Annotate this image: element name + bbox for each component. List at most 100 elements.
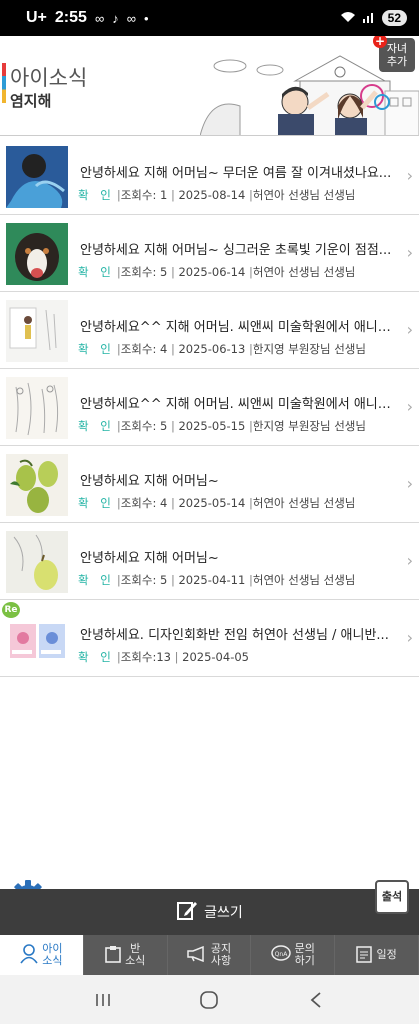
bottom-tab-bar: 아이 소식 반 소식 공지 사항 QnA 문의 하기 일정 [0, 935, 419, 975]
post-meta: 확 인 |조회수: 4 | 2025-06-13 |한지영 부원장님 선생님 [78, 342, 366, 356]
add-child-label: 자녀 추가 [386, 42, 408, 68]
tab-label: 일정 [376, 948, 397, 961]
post-date: 2025-04-05 [182, 650, 249, 664]
home-icon [200, 990, 219, 1009]
list-item[interactable]: 안녕하세요 지해 어머님~ 싱그러운 초록빛 기운이 점점... 확 인 |조회수… [0, 215, 419, 292]
tab-inquiry[interactable]: QnA 문의 하기 [251, 935, 336, 975]
tab-label: 아이 소식 [42, 942, 63, 967]
list-item[interactable]: 안녕하세요 지해 어머님~ 확 인 |조회수: 4 | 2025-05-14 |허… [0, 446, 419, 523]
attendance-label: 출석 [381, 890, 403, 903]
post-author: 한지영 부원장님 선생님 [252, 342, 366, 356]
thumbnail-image [6, 454, 68, 516]
system-nav-bar [0, 975, 419, 1024]
title-accent-bar [2, 63, 6, 103]
chevron-right-icon: › [406, 397, 413, 416]
recent-apps-button[interactable] [83, 985, 123, 1015]
signal-icon [362, 11, 376, 26]
tab-child-news[interactable]: 아이 소식 [0, 935, 84, 975]
page-title: 아이소식 [10, 66, 88, 90]
post-title: 안녕하세요 지해 어머님~ 무더운 여름 잘 이겨내셨나요... [80, 166, 392, 181]
reply-badge: Re [2, 602, 20, 618]
attendance-button[interactable]: 출석 [375, 880, 409, 914]
tiktok-icon: ♪ [112, 10, 119, 26]
read-status: 확 인 [78, 419, 115, 433]
chevron-right-icon: › [406, 320, 413, 339]
view-count: 조회수: 1 [120, 188, 168, 202]
thumbnail-image [6, 300, 68, 362]
tab-label: 공지 사항 [210, 942, 232, 967]
post-meta: 확 인 |조회수: 5 | 2025-06-14 |허연아 선생님 선생님 [78, 265, 356, 279]
post-date: 2025-08-14 [178, 188, 246, 202]
write-label: 글쓰기 [204, 905, 243, 921]
person-icon [20, 943, 38, 967]
post-author: 한지영 부원장님 선생님 [252, 419, 366, 433]
view-count: 조회수: 4 [120, 496, 168, 510]
qna-icon: QnA [270, 944, 291, 966]
write-button[interactable]: 글쓰기 [0, 889, 419, 935]
post-author: 허연아 선생님 선생님 [252, 188, 356, 202]
list-item[interactable]: 안녕하세요^^ 지해 어머님. 씨앤씨 미술학원에서 애니반... 확 인 |조회… [0, 292, 419, 369]
list-item[interactable]: 안녕하세요 지해 어머님~ 무더운 여름 잘 이겨내셨나요... 확 인 |조회수… [0, 138, 419, 215]
plus-icon: + [373, 36, 387, 48]
post-title: 안녕하세요 지해 어머님~ 싱그러운 초록빛 기운이 점점... [80, 243, 392, 258]
home-button[interactable] [189, 985, 229, 1015]
calendar-icon [356, 945, 373, 966]
tab-notices[interactable]: 공지 사항 [168, 935, 252, 975]
thumbnail-image [6, 377, 68, 439]
post-title: 안녕하세요. 디자인회화반 전임 허연아 선생님 / 애니반... [80, 628, 389, 643]
post-author: 허연아 선생님 선생님 [252, 573, 356, 587]
recent-apps-icon [96, 993, 110, 1006]
wifi-icon [340, 11, 356, 26]
back-button[interactable] [296, 985, 336, 1015]
view-count: 조회수: 5 [120, 265, 168, 279]
post-meta: 확 인 |조회수: 5 | 2025-05-15 |한지영 부원장님 선생님 [78, 419, 366, 433]
clock: 2:55 [54, 9, 87, 26]
chevron-right-icon: › [406, 474, 413, 493]
post-title: 안녕하세요^^ 지해 어머님. 씨앤씨 미술학원에서 애니반... [80, 397, 395, 412]
tab-label: 문의 하기 [294, 942, 315, 967]
tab-schedule[interactable]: 일정 [335, 935, 419, 975]
pencil-icon [176, 899, 198, 925]
post-list: 안녕하세요 지해 어머님~ 무더운 여름 잘 이겨내셨나요... 확 인 |조회수… [0, 138, 419, 677]
dot-icon: • [144, 10, 149, 26]
battery-icon: 52 [381, 10, 407, 26]
clipboard-icon [105, 945, 121, 966]
post-meta: 확 인 |조회수: 5 | 2025-04-11 |허연아 선생님 선생님 [78, 573, 356, 587]
post-meta: 확 인 |조회수: 1 | 2025-08-14 |허연아 선생님 선생님 [78, 188, 356, 202]
chevron-right-icon: › [406, 628, 413, 647]
chevron-right-icon: › [406, 243, 413, 262]
read-status: 확 인 [78, 342, 115, 356]
thumbnail-image [6, 531, 68, 593]
add-child-button[interactable]: + 자녀 추가 [373, 36, 415, 72]
svg-text:QnA: QnA [274, 951, 288, 958]
post-date: 2025-05-14 [178, 496, 246, 510]
infinity-icon: ∞ [94, 10, 105, 26]
carrier-label: U+ [26, 9, 47, 26]
megaphone-icon [187, 945, 207, 965]
read-status: 확 인 [78, 573, 115, 587]
tab-class-news[interactable]: 반 소식 [84, 935, 168, 975]
view-count: 조회수:13 [120, 650, 171, 664]
chevron-right-icon: › [406, 166, 413, 185]
post-date: 2025-06-14 [178, 265, 246, 279]
read-status: 확 인 [78, 265, 115, 279]
post-author: 허연아 선생님 선생님 [252, 265, 356, 279]
thumbnail-image [6, 146, 68, 208]
post-date: 2025-04-11 [178, 573, 246, 587]
post-title: 안녕하세요^^ 지해 어머님. 씨앤씨 미술학원에서 애니반... [80, 320, 395, 335]
page-header: 아이소식 염지해 + 자녀 추가 [0, 36, 419, 136]
list-item[interactable]: 안녕하세요^^ 지해 어머님. 씨앤씨 미술학원에서 애니반... 확 인 |조회… [0, 369, 419, 446]
tab-label: 반 소식 [125, 942, 146, 967]
status-bar: U+ 2:55 ∞ ♪ ∞ • 52 [0, 0, 419, 36]
view-count: 조회수: 5 [120, 419, 168, 433]
post-title: 안녕하세요 지해 어머님~ [80, 474, 219, 489]
post-title: 안녕하세요 지해 어머님~ [80, 551, 219, 566]
list-item[interactable]: Re 안녕하세요. 디자인회화반 전임 허연아 선생님 / 애니반... 확 인… [0, 600, 419, 677]
list-item[interactable]: 안녕하세요 지해 어머님~ 확 인 |조회수: 5 | 2025-04-11 |허… [0, 523, 419, 600]
chevron-right-icon: › [406, 551, 413, 570]
read-status: 확 인 [78, 496, 115, 510]
thumbnail-image [6, 608, 68, 670]
view-count: 조회수: 5 [120, 573, 168, 587]
post-meta: 확 인 |조회수: 4 | 2025-05-14 |허연아 선생님 선생님 [78, 496, 356, 510]
student-name: 염지해 [10, 92, 52, 110]
